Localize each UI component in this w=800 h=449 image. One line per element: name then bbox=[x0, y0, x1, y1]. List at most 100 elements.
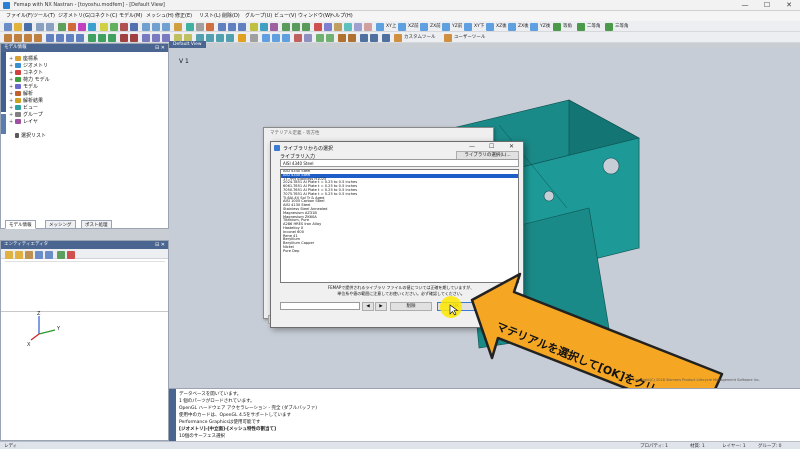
view-isometric[interactable]: 等角 bbox=[563, 23, 572, 29]
view-xz-front[interactable]: XZ前 bbox=[408, 23, 419, 29]
zx-back-icon[interactable] bbox=[508, 22, 516, 31]
menu-view[interactable]: ビュー(V) bbox=[274, 12, 296, 19]
menu-help[interactable]: ヘルプ(H) bbox=[330, 12, 353, 19]
entity-pick-icon[interactable] bbox=[5, 250, 13, 259]
tab-post[interactable]: ポスト処理 bbox=[81, 220, 112, 229]
tree-item-geometry[interactable]: ジオメトリ bbox=[15, 62, 48, 69]
annotation-icon[interactable] bbox=[348, 33, 356, 42]
surface-icon[interactable] bbox=[24, 33, 32, 42]
expand-icon[interactable]: + bbox=[9, 84, 13, 90]
xy-bottom-icon[interactable] bbox=[464, 22, 472, 31]
menu-modify[interactable]: 修正(E) bbox=[175, 12, 192, 19]
tree-item-view[interactable]: ビュー bbox=[15, 104, 38, 111]
fit-icon[interactable] bbox=[226, 33, 234, 42]
scale-icon[interactable] bbox=[282, 33, 290, 42]
settings-icon[interactable] bbox=[250, 33, 258, 42]
mesh-size-icon[interactable] bbox=[88, 33, 96, 42]
expand-icon[interactable]: + bbox=[9, 91, 13, 97]
light-icon[interactable] bbox=[250, 22, 258, 31]
load-icon[interactable] bbox=[78, 22, 86, 31]
tree-item-layer[interactable]: レイヤ bbox=[15, 118, 38, 125]
expand-icon[interactable]: + bbox=[9, 112, 13, 118]
xy-top-icon[interactable] bbox=[376, 22, 384, 31]
menu-tools[interactable]: ツール(T) bbox=[33, 12, 55, 19]
dialog-maximize-icon[interactable]: ☐ bbox=[489, 143, 494, 150]
query-icon[interactable] bbox=[334, 22, 342, 31]
menu-group[interactable]: グループ(U) bbox=[245, 12, 272, 19]
entity-sort-icon[interactable] bbox=[25, 250, 33, 259]
tab-model-info[interactable]: モデル情報 bbox=[5, 220, 36, 229]
highlight-icon[interactable] bbox=[238, 33, 246, 42]
copy-icon[interactable] bbox=[262, 33, 270, 42]
expand-icon[interactable]: + bbox=[9, 119, 13, 125]
node-icon[interactable] bbox=[46, 33, 54, 42]
erase-icon[interactable] bbox=[294, 33, 302, 42]
property-icon[interactable] bbox=[76, 33, 84, 42]
zoom-icon[interactable] bbox=[216, 33, 224, 42]
library-input-field[interactable]: AISI 4340 Steel bbox=[280, 159, 519, 167]
search-prev-icon[interactable]: ◀ bbox=[362, 302, 374, 311]
solid-icon[interactable] bbox=[34, 33, 42, 42]
pin-icon[interactable]: ⊟ ✕ bbox=[155, 241, 165, 249]
undo-icon[interactable] bbox=[36, 22, 44, 31]
analyze-icon[interactable] bbox=[100, 22, 108, 31]
tree-item-model[interactable]: モデル bbox=[15, 83, 38, 90]
expand-icon[interactable]: + bbox=[9, 98, 13, 104]
merge-icon[interactable] bbox=[130, 33, 138, 42]
csys-icon[interactable] bbox=[302, 22, 310, 31]
info-icon[interactable] bbox=[304, 33, 312, 42]
deform-icon[interactable] bbox=[120, 22, 128, 31]
xz-front-icon[interactable] bbox=[398, 22, 406, 31]
tree-item-selection-list[interactable]: 選択リスト bbox=[15, 132, 46, 139]
entity-collapse-icon[interactable] bbox=[45, 250, 53, 259]
post-icon[interactable] bbox=[110, 22, 118, 31]
view-rotate-icon[interactable] bbox=[142, 22, 150, 31]
view-xy-top[interactable]: XY上 bbox=[386, 23, 396, 29]
expand-icon[interactable]: + bbox=[9, 70, 13, 76]
curve-icon[interactable] bbox=[14, 33, 22, 42]
render-icon[interactable] bbox=[218, 22, 226, 31]
xz-back-icon[interactable] bbox=[486, 22, 494, 31]
close-button[interactable]: ✕ bbox=[778, 0, 800, 11]
menu-window[interactable]: ウィンドウ(W) bbox=[298, 12, 332, 19]
tree-item-coordsys[interactable]: 座標系 bbox=[15, 55, 38, 62]
user-tools-button[interactable]: ユーザーツール bbox=[454, 34, 485, 40]
new-icon[interactable] bbox=[4, 22, 12, 31]
entity-cancel-icon[interactable] bbox=[67, 250, 75, 259]
measure-icon[interactable] bbox=[324, 22, 332, 31]
tree-item-results[interactable]: 解析結果 bbox=[15, 97, 43, 104]
tree-item-group[interactable]: グループ bbox=[15, 111, 43, 118]
display-icon[interactable] bbox=[260, 22, 268, 31]
point-icon[interactable] bbox=[4, 33, 12, 42]
tree-item-connect[interactable]: コネクト bbox=[15, 69, 43, 76]
minimize-button[interactable]: — bbox=[734, 0, 756, 11]
tab-meshing[interactable]: メッシング bbox=[45, 220, 76, 229]
material-icon[interactable] bbox=[66, 33, 74, 42]
yz-back-icon[interactable] bbox=[530, 22, 538, 31]
material-list[interactable]: AISI 4340 Steel AISI 4340 Steel 17-7PH S… bbox=[280, 169, 519, 283]
trimetric-icon[interactable] bbox=[605, 22, 613, 31]
text-icon[interactable] bbox=[338, 33, 346, 42]
mesh-surface-icon[interactable] bbox=[98, 33, 106, 42]
side-tab-entity[interactable] bbox=[1, 114, 6, 134]
clip-icon[interactable] bbox=[354, 22, 362, 31]
constraint-icon[interactable] bbox=[88, 22, 96, 31]
dialog-minimize-icon[interactable]: — bbox=[469, 143, 475, 150]
midsurface-icon[interactable] bbox=[142, 33, 150, 42]
report-icon[interactable] bbox=[382, 33, 390, 42]
view-zx-front[interactable]: ZX前 bbox=[430, 23, 441, 29]
side-tab-model[interactable] bbox=[1, 52, 6, 112]
menu-delete[interactable]: 削除(D) bbox=[222, 12, 240, 19]
vector-icon[interactable] bbox=[316, 33, 324, 42]
isometric-icon[interactable] bbox=[553, 22, 561, 31]
menu-mesh[interactable]: メッシュ(H) bbox=[146, 12, 174, 19]
entity-expand-icon[interactable] bbox=[35, 250, 43, 259]
contour-icon[interactable] bbox=[130, 22, 138, 31]
menu-geometry[interactable]: ジオメトリ(G) bbox=[58, 12, 91, 19]
yz-front-icon[interactable] bbox=[442, 22, 450, 31]
custom-tools-button[interactable]: カスタムツール bbox=[404, 34, 436, 40]
menu-file[interactable]: ファイル(F) bbox=[6, 12, 33, 19]
view-trimetric[interactable]: 三等角 bbox=[615, 23, 629, 29]
wireframe-icon[interactable] bbox=[228, 22, 236, 31]
expand-icon[interactable]: + bbox=[9, 105, 13, 111]
